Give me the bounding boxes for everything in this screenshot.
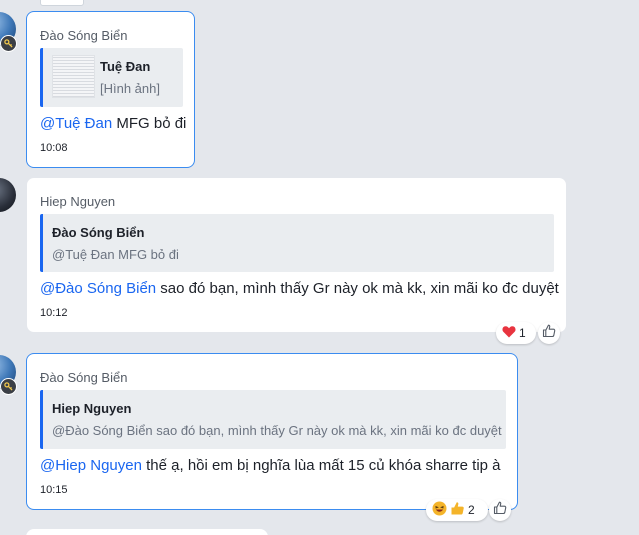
sender-name: Hiep Nguyen	[40, 194, 116, 209]
avatar-hiep-nguyen[interactable]	[0, 178, 16, 212]
thumbs-up-emoji-icon	[450, 501, 465, 519]
key-icon	[0, 378, 17, 395]
reply-quote[interactable]: Tuệ Đan [Hình ảnh]	[40, 48, 183, 107]
message-text: @Tuệ Đan MFG bỏ đi	[40, 115, 186, 132]
reply-quote[interactable]: Đào Sóng Biển @Tuệ Đan MFG bỏ đi	[40, 214, 554, 272]
message-body: thế ạ, hồi em bị nghĩa lùa mất 15 củ khó…	[141, 457, 501, 474]
previous-message-stub	[40, 0, 84, 6]
quote-sender: Tuệ Đan	[100, 59, 151, 74]
mention-link[interactable]: @Hiep Nguyen	[40, 457, 142, 474]
quote-text: [Hình ảnh]	[100, 81, 160, 96]
reaction-count: 2	[468, 503, 475, 517]
quote-text: @Tuệ Đan MFG bỏ đi	[52, 247, 179, 262]
thumbs-up-icon	[493, 501, 507, 520]
like-button[interactable]	[489, 499, 511, 521]
mention-link[interactable]: @Tuệ Đan	[40, 115, 112, 132]
timestamp: 10:08	[40, 142, 68, 154]
timestamp: 10:15	[40, 484, 68, 496]
next-message-stub	[26, 529, 268, 535]
message-text: @Đào Sóng Biển sao đó bạn, mình thấy Gr …	[40, 280, 559, 297]
message-text: @Hiep Nguyen thế ạ, hồi em bị nghĩa lùa …	[40, 457, 501, 474]
timestamp: 10:12	[40, 307, 68, 319]
thumbs-up-icon	[542, 324, 556, 343]
quote-text: @Đào Sóng Biển sao đó bạn, mình thấy Gr …	[52, 423, 502, 438]
reaction-count: 1	[519, 326, 526, 340]
reply-quote[interactable]: Hiep Nguyen @Đào Sóng Biển sao đó bạn, m…	[40, 390, 506, 449]
mention-link[interactable]: @Đào Sóng Biển	[40, 280, 156, 297]
laughing-face-icon	[432, 501, 447, 519]
like-button[interactable]	[538, 322, 560, 344]
key-icon	[0, 35, 17, 52]
quote-sender: Hiep Nguyen	[52, 401, 132, 416]
reaction-summary[interactable]: 2	[426, 499, 488, 521]
sender-name: Đào Sóng Biển	[40, 370, 128, 385]
message-bubble[interactable]: Đào Sóng Biển Tuệ Đan [Hình ảnh] @Tuệ Đa…	[26, 11, 195, 168]
image-thumbnail	[52, 55, 95, 98]
heart-icon	[502, 325, 516, 341]
message-bubble[interactable]: Đào Sóng Biển Hiep Nguyen @Đào Sóng Biển…	[26, 353, 518, 510]
message-body: MFG bỏ đi	[112, 115, 187, 132]
reaction-summary[interactable]: 1	[496, 322, 536, 344]
sender-name: Đào Sóng Biển	[40, 28, 128, 43]
message-bubble[interactable]: Hiep Nguyen Đào Sóng Biển @Tuệ Đan MFG b…	[26, 177, 567, 333]
message-body: sao đó bạn, mình thấy Gr này ok mà kk, x…	[156, 280, 559, 297]
quote-sender: Đào Sóng Biển	[52, 225, 145, 240]
chat-area: Đào Sóng Biển Tuệ Đan [Hình ảnh] @Tuệ Đa…	[0, 0, 639, 535]
